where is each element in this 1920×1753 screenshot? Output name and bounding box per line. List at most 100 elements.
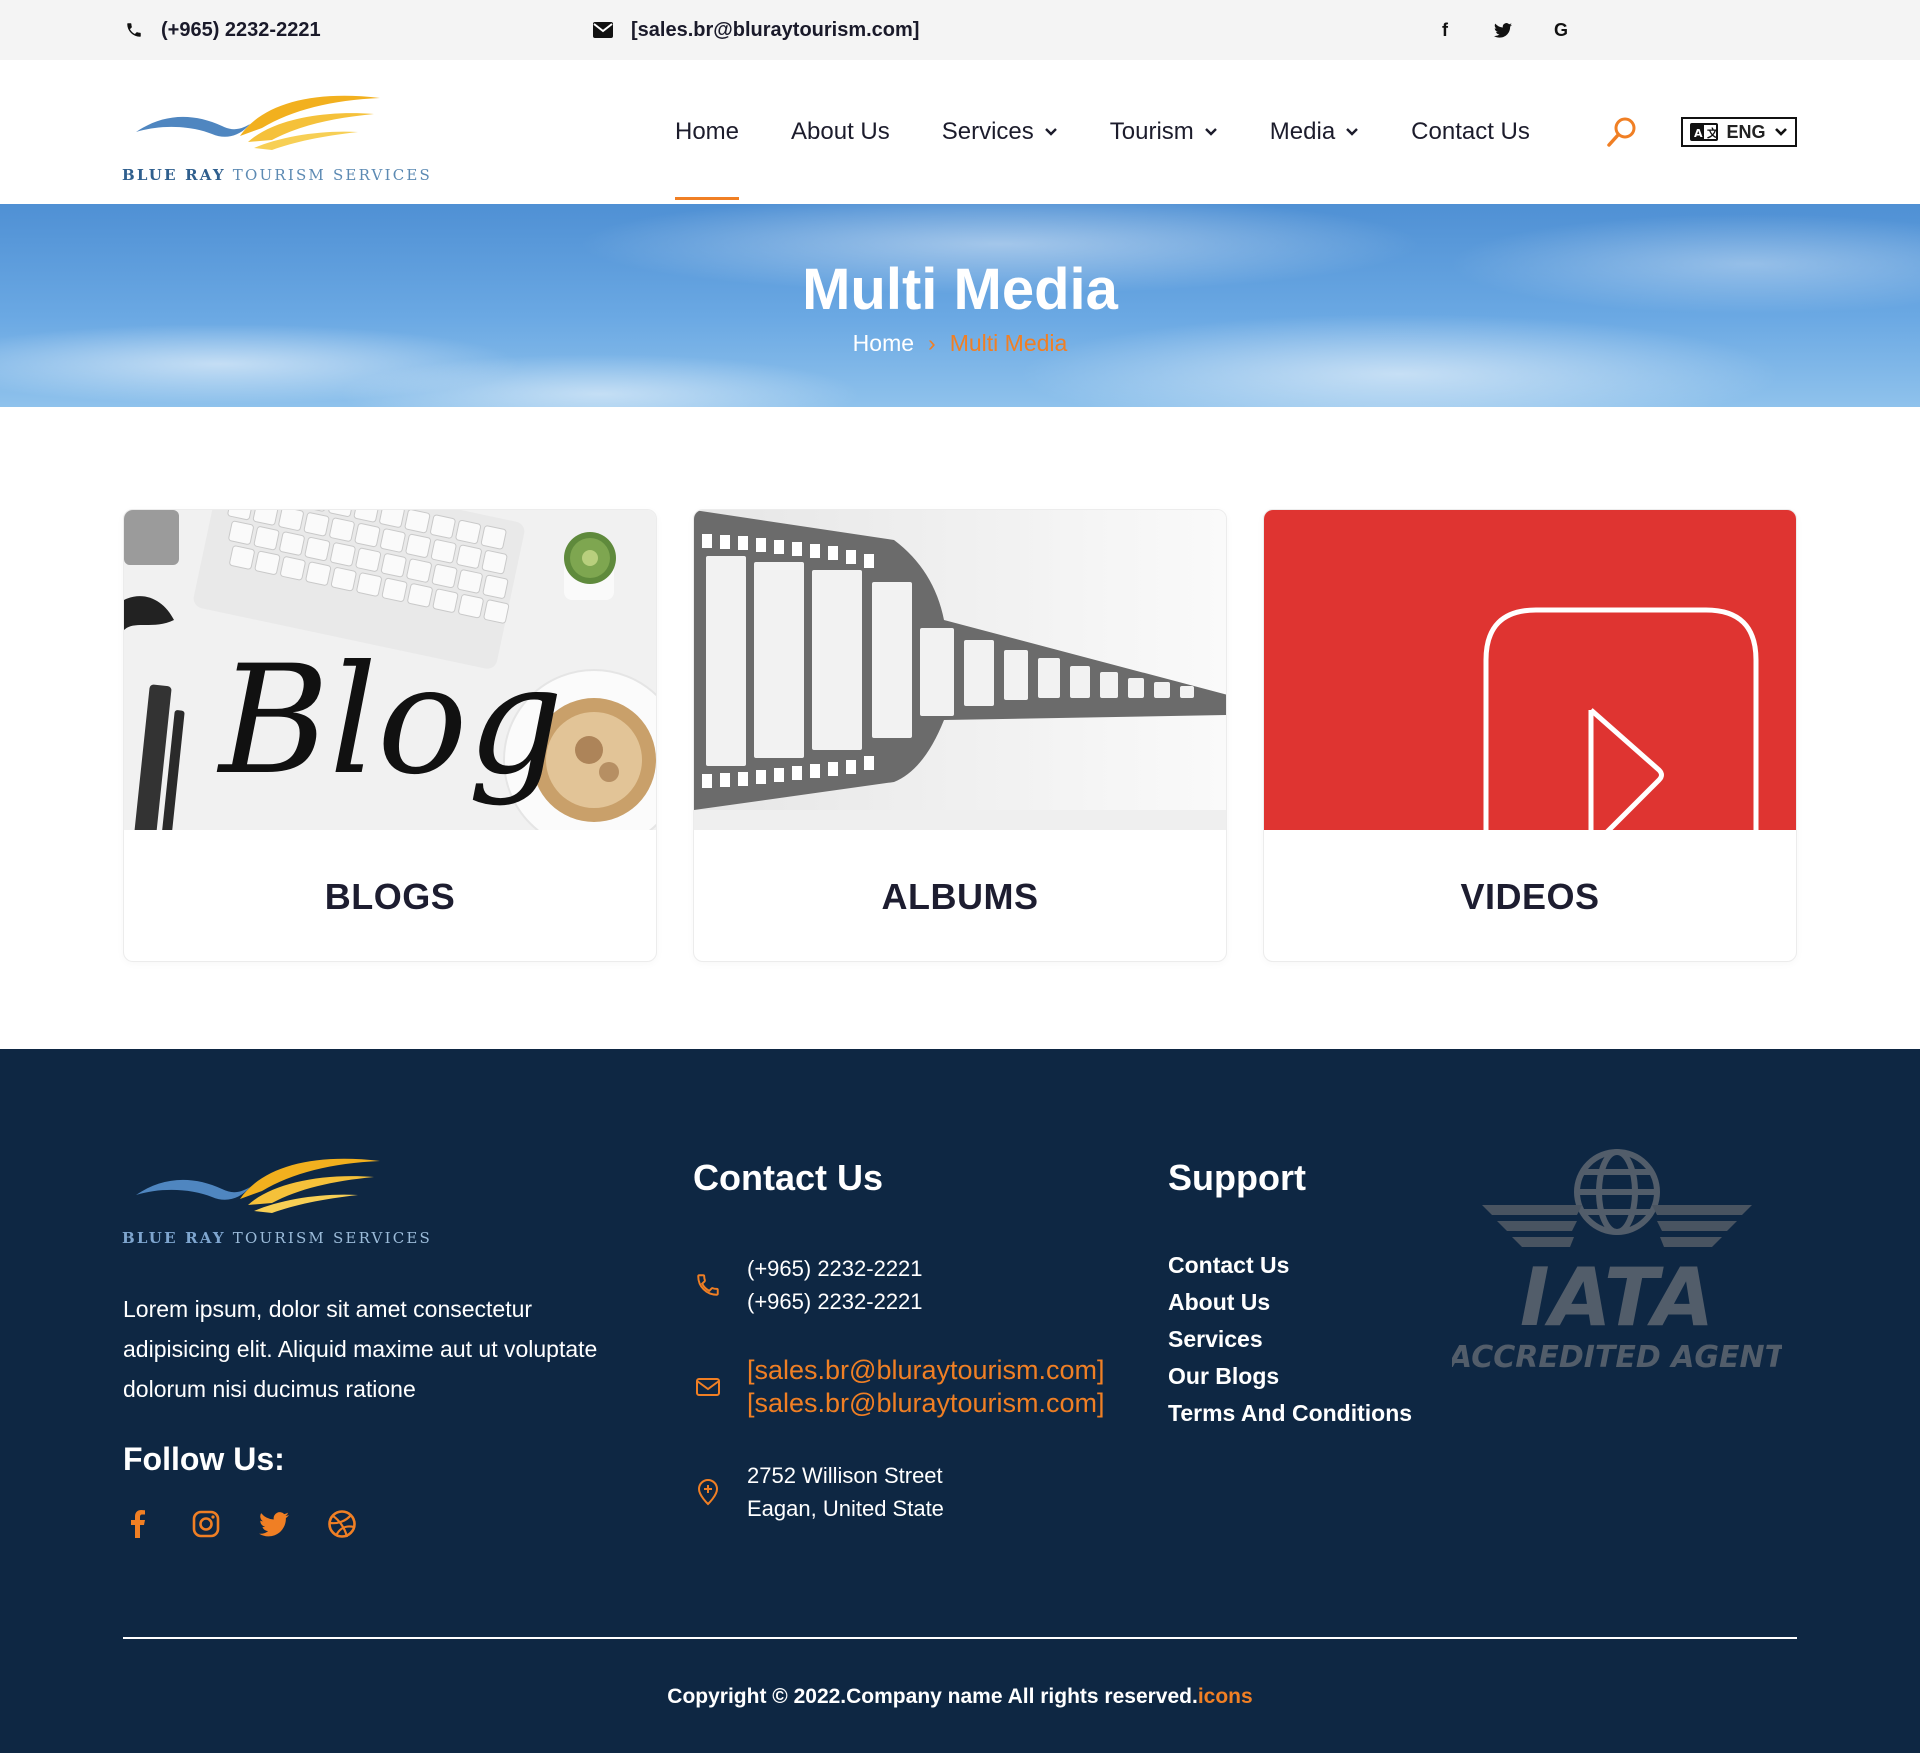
brand-name: BLUE RAY TOURISM SERVICES bbox=[122, 166, 432, 184]
dribbble-icon[interactable] bbox=[327, 1509, 357, 1539]
mail-icon bbox=[593, 22, 613, 38]
footer-email[interactable]: [sales.br@bluraytourism.com] bbox=[747, 1354, 1105, 1387]
chevron-down-icon bbox=[1204, 128, 1217, 136]
main-header: BLUE RAY TOURISM SERVICES Home About Us … bbox=[0, 60, 1920, 204]
nav-item-label: Contact Us bbox=[1411, 118, 1530, 145]
nav-item-home[interactable]: Home bbox=[675, 60, 740, 204]
breadcrumb: Home › Multi Media bbox=[0, 330, 1920, 357]
iata-subtitle: ACCREDITED AGENT bbox=[1452, 1340, 1782, 1375]
card-blogs[interactable]: Blog BLOGS bbox=[123, 509, 657, 962]
video-image bbox=[1264, 510, 1796, 830]
breadcrumb-current: Multi Media bbox=[949, 330, 1068, 356]
facebook-icon[interactable]: f bbox=[1436, 20, 1454, 40]
chevron-down-icon bbox=[1346, 128, 1359, 136]
footer-address-line: 2752 Willison Street bbox=[747, 1463, 943, 1488]
album-image bbox=[694, 510, 1226, 830]
footer-contact-title: Contact Us bbox=[693, 1157, 884, 1198]
footer-phones[interactable]: (+965) 2232-2221 (+965) 2232-2221 bbox=[693, 1252, 923, 1318]
copyright: Copyright © 2022.Company name All rights… bbox=[0, 1685, 1920, 1709]
translate-icon: A文 bbox=[1690, 123, 1719, 141]
twitter-icon[interactable] bbox=[259, 1509, 289, 1539]
footer-brand-name-part2: TOURISM SERVICES bbox=[232, 1229, 432, 1247]
footer-address: 2752 Willison Street Eagan, United State bbox=[693, 1459, 944, 1525]
footer-email-lines: [sales.br@bluraytourism.com] [sales.br@b… bbox=[747, 1354, 1105, 1420]
card-title: VIDEOS bbox=[1460, 875, 1600, 917]
footer-phone-lines: (+965) 2232-2221 (+965) 2232-2221 bbox=[747, 1252, 923, 1318]
nav-item-label: Services bbox=[941, 118, 1034, 145]
footer-brand-name: BLUE RAY TOURISM SERVICES bbox=[122, 1229, 432, 1247]
footer-about-text: Lorem ipsum, dolor sit amet consectetur … bbox=[123, 1296, 598, 1402]
iata-title: IATA bbox=[1520, 1251, 1714, 1344]
footer-support-links: Contact Us About Us Services Our Blogs T… bbox=[1168, 1252, 1412, 1427]
nav-item-contact-us[interactable]: Contact Us bbox=[1411, 60, 1530, 204]
footer-address-lines: 2752 Willison Street Eagan, United State bbox=[747, 1459, 944, 1525]
main-nav: Home About Us Services Tourism Media Con… bbox=[675, 60, 1582, 204]
site-footer: BLUE RAY TOURISM SERVICES Lorem ipsum, d… bbox=[0, 1049, 1920, 1753]
copyright-link[interactable]: icons bbox=[1198, 1685, 1253, 1708]
nav-item-about-us[interactable]: About Us bbox=[791, 60, 890, 204]
mail-icon bbox=[693, 1372, 723, 1402]
nav-item-label: Home bbox=[675, 118, 740, 145]
footer-phone: (+965) 2232-2221 bbox=[747, 1289, 923, 1314]
svg-text:A: A bbox=[1694, 127, 1703, 140]
brand-logo[interactable]: BLUE RAY TOURISM SERVICES bbox=[122, 84, 430, 184]
nav-item-services[interactable]: Services bbox=[942, 60, 1058, 204]
top-phone-text: (+965) 2232-2221 bbox=[161, 18, 321, 41]
nav-item-media[interactable]: Media bbox=[1270, 60, 1359, 204]
search-button[interactable] bbox=[1605, 115, 1639, 149]
twitter-icon[interactable] bbox=[1494, 21, 1512, 39]
footer-logo[interactable]: BLUE RAY TOURISM SERVICES bbox=[122, 1147, 430, 1247]
copyright-text: Copyright © 2022.Company name All rights… bbox=[667, 1685, 1198, 1708]
phone-icon bbox=[127, 23, 141, 37]
blog-image: Blog bbox=[124, 510, 656, 830]
nav-item-label: Tourism bbox=[1109, 118, 1194, 145]
nav-item-label: Media bbox=[1269, 118, 1336, 145]
breadcrumb-home[interactable]: Home bbox=[853, 330, 914, 357]
footer-link-services[interactable]: Services bbox=[1168, 1326, 1412, 1353]
footer-link-contact-us[interactable]: Contact Us bbox=[1168, 1252, 1412, 1279]
top-bar: (+965) 2232-2221 [sales.br@bluraytourism… bbox=[0, 0, 1920, 60]
card-title: BLOGS bbox=[324, 875, 456, 917]
card-title: ALBUMS bbox=[881, 875, 1039, 917]
follow-title: Follow Us: bbox=[123, 1441, 285, 1477]
chevron-down-icon bbox=[1044, 128, 1057, 136]
page-hero: Multi Media Home › Multi Media bbox=[0, 204, 1920, 407]
footer-emails[interactable]: [sales.br@bluraytourism.com] [sales.br@b… bbox=[693, 1354, 1105, 1420]
nav-item-tourism[interactable]: Tourism bbox=[1110, 60, 1218, 204]
brand-name-part1: BLUE RAY bbox=[122, 166, 226, 184]
footer-link-terms[interactable]: Terms And Conditions bbox=[1168, 1400, 1412, 1427]
footer-address-line: Eagan, United State bbox=[747, 1496, 944, 1521]
blog-image-text: Blog bbox=[216, 634, 564, 808]
language-label: ENG bbox=[1726, 121, 1766, 142]
top-social-links: f G bbox=[1436, 0, 1570, 60]
map-pin-icon bbox=[693, 1477, 723, 1507]
phone-icon bbox=[693, 1270, 723, 1300]
brand-name-part2: TOURISM SERVICES bbox=[232, 166, 432, 184]
iata-badge: IATA ACCREDITED AGENT bbox=[1447, 1145, 1788, 1375]
footer-email[interactable]: [sales.br@bluraytourism.com] bbox=[747, 1387, 1105, 1420]
svg-text:文: 文 bbox=[1707, 126, 1718, 140]
google-icon[interactable]: G bbox=[1552, 20, 1570, 40]
footer-divider bbox=[123, 1637, 1797, 1639]
footer-support-title: Support bbox=[1168, 1157, 1306, 1198]
top-email-text: [sales.br@bluraytourism.com] bbox=[631, 18, 920, 41]
top-email[interactable]: [sales.br@bluraytourism.com] bbox=[593, 0, 919, 60]
top-phone[interactable]: (+965) 2232-2221 bbox=[125, 0, 321, 60]
footer-link-about-us[interactable]: About Us bbox=[1168, 1289, 1412, 1316]
footer-brand-name-part1: BLUE RAY bbox=[122, 1229, 226, 1247]
instagram-icon[interactable] bbox=[191, 1509, 221, 1539]
search-icon bbox=[1607, 117, 1636, 147]
language-select[interactable]: A文 ENG bbox=[1681, 117, 1797, 147]
facebook-icon[interactable] bbox=[123, 1509, 153, 1539]
footer-social-links bbox=[123, 1509, 357, 1539]
card-albums[interactable]: ALBUMS bbox=[693, 509, 1227, 962]
card-videos[interactable]: VIDEOS bbox=[1263, 509, 1797, 962]
globe-icon bbox=[1574, 1149, 1660, 1235]
nav-item-label: About Us bbox=[791, 118, 890, 145]
page-title: Multi Media bbox=[802, 257, 1118, 322]
breadcrumb-separator-icon: › bbox=[928, 330, 936, 356]
wing-logo-icon bbox=[136, 1158, 380, 1213]
footer-phone: (+965) 2232-2221 bbox=[747, 1256, 923, 1281]
media-cards: Blog BLOGS ALBUMS VIDEOS bbox=[123, 509, 1797, 962]
footer-link-our-blogs[interactable]: Our Blogs bbox=[1168, 1363, 1412, 1390]
